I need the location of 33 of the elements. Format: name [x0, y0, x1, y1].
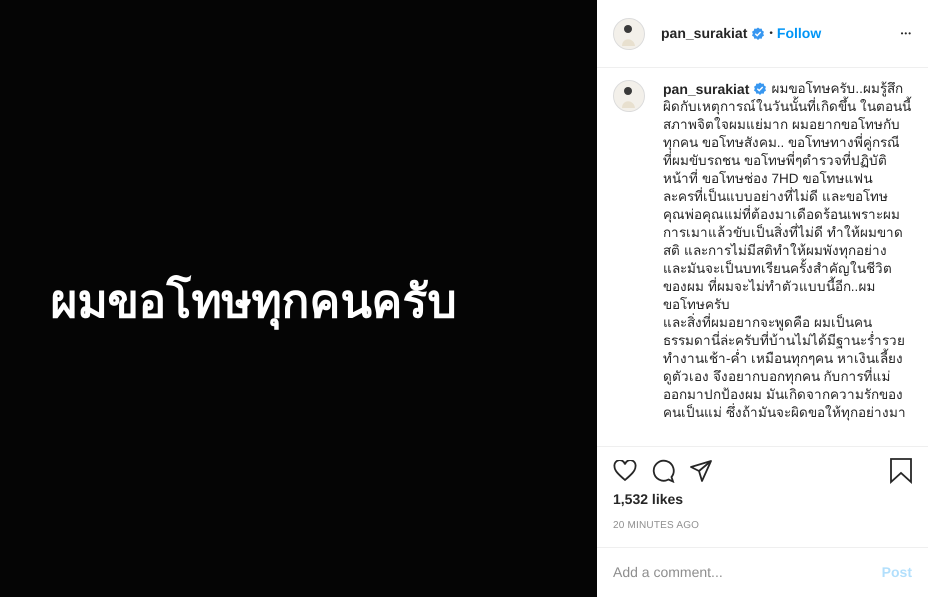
comment-icon[interactable] — [651, 459, 675, 483]
caption-text: ผิดกับเหตุการณ์ในวันนั้นที่เกิดขึ้น ในตอนนี้ — [663, 98, 911, 116]
caption-text: สภาพจิตใจผมแย่มาก ผมอยากขอโทษกับ — [663, 116, 900, 133]
caption-text: ดูตัวเอง จึงอยากบอกทุกคน กับการที่แม่ — [663, 368, 891, 386]
caption-text: คนเป็นแม่ ซึ่งถ้ามันจะผิดขอให้ทุกอย่างมา — [663, 404, 906, 422]
caption-text: ที่ผมขับรถชน ขอโทษพี่ๆตำรวจที่ปฏิบัติ — [663, 152, 887, 169]
caption-text: หน้าที่ ขอโทษช่อง 7HD ขอโทษแฟน — [663, 170, 872, 187]
post-time: 20 MINUTES AGO — [612, 519, 700, 533]
caption-text: ธรรมดานี่ล่ะครับที่บ้านไม่ได้มีฐานะร่ำรวย — [663, 332, 905, 348]
caption-text: การเมาแล้วขับเป็นสิ่งที่ไม่ดี ทำให้ผมขาด — [663, 224, 903, 242]
avatar[interactable] — [613, 18, 645, 50]
heart-icon[interactable] — [613, 460, 637, 482]
likes-count: 1,532 likes — [612, 490, 684, 509]
share-icon[interactable] — [689, 459, 713, 483]
bookmark-icon[interactable] — [890, 458, 912, 484]
caption-text: สติ และการไม่มีสติทำให้ผมพังทุกอย่าง — [663, 242, 887, 258]
post-image-text: ผมขอโทษทุกคนครับ — [50, 273, 456, 332]
avatar[interactable] — [613, 80, 645, 112]
caption-text: ผมขอโทษครับ..ผมรู้สึก — [771, 80, 903, 96]
caption-text: ออกมาปกป้องผม มันเกิดจากความรักของ — [663, 386, 903, 403]
caption-text: และมันจะเป็นบทเรียนครั้งสำคัญในชีวิต — [663, 260, 892, 278]
caption-text: ของผม ที่ผมจะไม่ทำตัวแบบนี้อีก..ผม — [663, 278, 876, 296]
more-options-button[interactable]: ••• — [900, 28, 912, 40]
caption-text: ละครที่เป็นแบบอย่างที่ไม่ดี และขอโทษ — [663, 188, 888, 205]
caption-text: ทุกคน ขอโทษสังคม.. ขอโทษทางพี่คู่กรณี — [663, 134, 900, 151]
caption-text: ขอโทษครับ — [663, 296, 730, 313]
username-link[interactable]: pan_surakiat — [661, 23, 748, 44]
comment-field[interactable]: Add a comment... — [613, 562, 882, 583]
username-link[interactable]: pan_surakiat — [663, 80, 750, 98]
caption-text: คุณพ่อคุณแม่ที่ต้องมาเดือดร้อนเพราะผม — [663, 206, 900, 223]
caption-text: และสิ่งที่ผมอยากจะพูดคือ ผมเป็นคน — [663, 314, 872, 331]
separator-dot: • — [769, 27, 773, 41]
caption-text: ทำงานเช้า-ค่ำ เหมือนทุกๆคน หาเงินเลี้ยง — [663, 350, 903, 368]
